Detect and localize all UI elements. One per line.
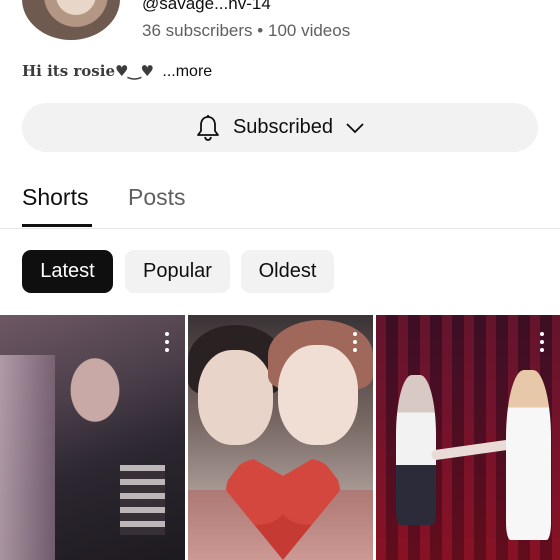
channel-avatar — [22, 0, 120, 40]
shorts-grid — [0, 315, 560, 560]
thumbnail-image-detail — [396, 375, 436, 525]
subscriber-count: 36 subscribers — [142, 21, 253, 40]
channel-tabs: Shorts Posts — [0, 170, 560, 229]
more-vert-icon[interactable] — [352, 332, 358, 352]
active-tab-indicator — [22, 224, 92, 227]
filter-oldest-chip[interactable]: Oldest — [241, 250, 334, 293]
thumbnail-image-detail — [506, 370, 551, 540]
thumbnail-image-detail — [198, 350, 273, 445]
thumbnail-image-detail — [278, 345, 358, 445]
channel-bio: Hi its rosie♥‿♥ — [22, 62, 154, 80]
tab-shorts[interactable]: Shorts — [22, 184, 88, 211]
chevron-down-icon — [345, 121, 365, 135]
thumbnail-image — [0, 355, 55, 560]
thumbnail-image-detail — [120, 465, 165, 535]
stats-separator: • — [257, 21, 264, 40]
short-thumbnail-1[interactable] — [0, 315, 185, 560]
subscribed-button[interactable]: Subscribed — [22, 103, 538, 152]
video-count: 100 videos — [267, 21, 351, 40]
bell-icon — [195, 114, 221, 142]
subscribed-label: Subscribed — [232, 116, 334, 138]
short-thumbnail-2[interactable] — [188, 315, 373, 560]
more-vert-icon[interactable] — [164, 332, 170, 352]
channel-description[interactable]: Hi its rosie♥‿♥ ...more — [22, 62, 212, 81]
filter-latest-chip[interactable]: Latest — [22, 250, 113, 293]
tab-posts[interactable]: Posts — [128, 184, 186, 211]
short-thumbnail-3[interactable] — [376, 315, 560, 560]
more-link[interactable]: ...more — [162, 63, 212, 80]
channel-stats: 36 subscribers • 100 videos — [142, 21, 350, 41]
filter-popular-chip[interactable]: Popular — [125, 250, 230, 293]
channel-handle: @savage...nv-14 — [142, 0, 271, 13]
more-vert-icon[interactable] — [539, 332, 545, 352]
